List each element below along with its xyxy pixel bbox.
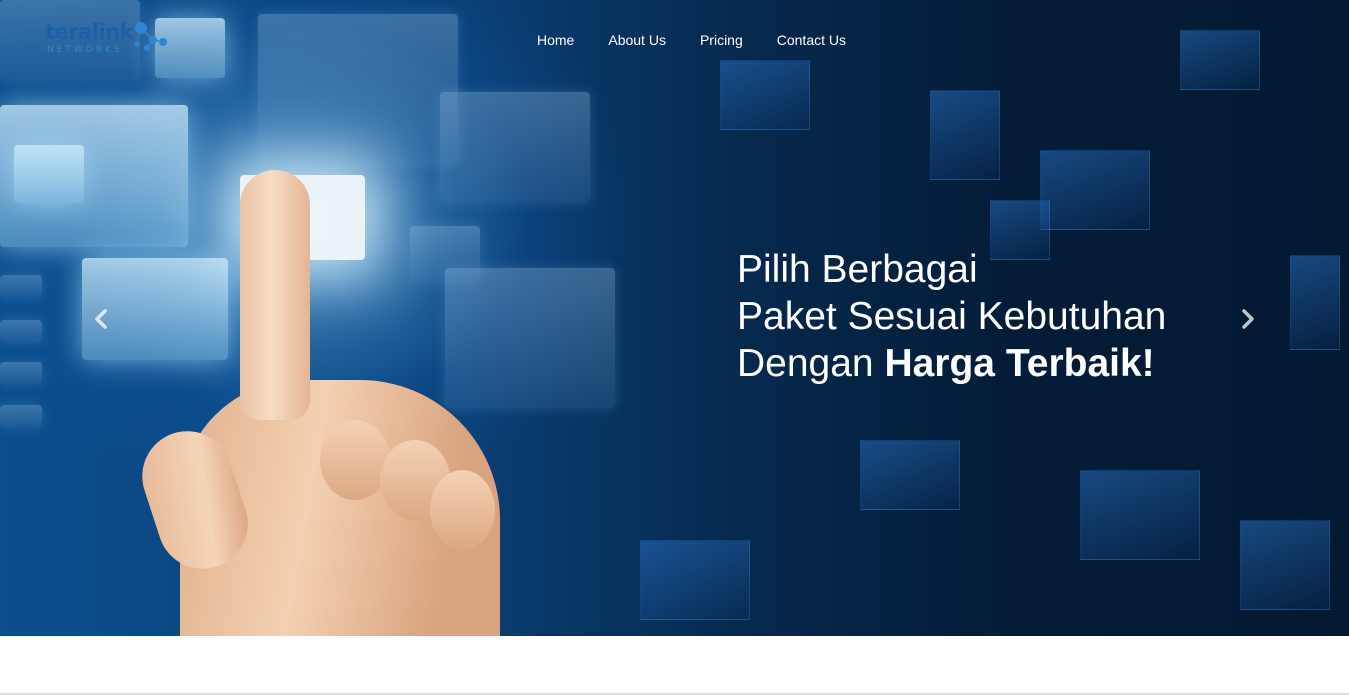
main-menu: Home About Us Pricing Contact Us <box>537 31 880 49</box>
nav-contact-link[interactable]: Contact Us <box>777 31 846 49</box>
headline-line-1: Pilih Berbagai <box>737 248 978 291</box>
decor-cube <box>640 540 750 620</box>
nav-pricing-link[interactable]: Pricing <box>700 31 743 49</box>
headline-line-2: Paket Sesuai Kebutuhan <box>737 295 1167 338</box>
chevron-left-icon <box>95 309 107 329</box>
decor-cube <box>930 90 1000 180</box>
carousel-prev-button[interactable] <box>86 302 116 336</box>
headline-line-3-suffix: ! <box>1141 342 1155 385</box>
content-section <box>0 636 1349 695</box>
hand-knuckle <box>430 470 495 550</box>
headline-line-3-prefix: Dengan <box>737 342 885 385</box>
decor-panel <box>445 268 615 408</box>
decor-panel <box>440 92 590 202</box>
decor-panel <box>0 362 42 384</box>
brand-logo[interactable]: teralink NETWORKS <box>45 20 175 60</box>
carousel-next-button[interactable] <box>1233 302 1263 336</box>
decor-panel <box>14 145 84 203</box>
hand-index-finger <box>240 170 310 420</box>
headline-highlight: Harga Terbaik <box>884 342 1142 385</box>
decor-cube <box>1290 255 1340 350</box>
headline-line-3: Dengan Harga Terbaik! <box>737 340 1166 387</box>
decor-panel <box>0 405 42 427</box>
brand-name: teralink <box>45 20 134 44</box>
brand-subtitle: NETWORKS <box>47 45 123 55</box>
hand-knuckle <box>320 420 390 500</box>
chevron-right-icon <box>1242 309 1254 329</box>
network-dots-icon <box>134 22 167 51</box>
decor-panel <box>0 275 42 297</box>
nav-home-link[interactable]: Home <box>537 31 574 49</box>
decor-cube <box>1040 150 1150 230</box>
decor-cube <box>1080 470 1200 560</box>
top-navbar: teralink NETWORKS Home About Us Pricing … <box>0 0 1349 80</box>
decor-cube <box>860 440 960 510</box>
decor-panel <box>0 320 42 342</box>
nav-about-link[interactable]: About Us <box>608 31 666 49</box>
hero-headline: Pilih Berbagai Paket Sesuai Kebutuhan De… <box>737 246 1166 387</box>
decor-cube <box>1240 520 1330 610</box>
